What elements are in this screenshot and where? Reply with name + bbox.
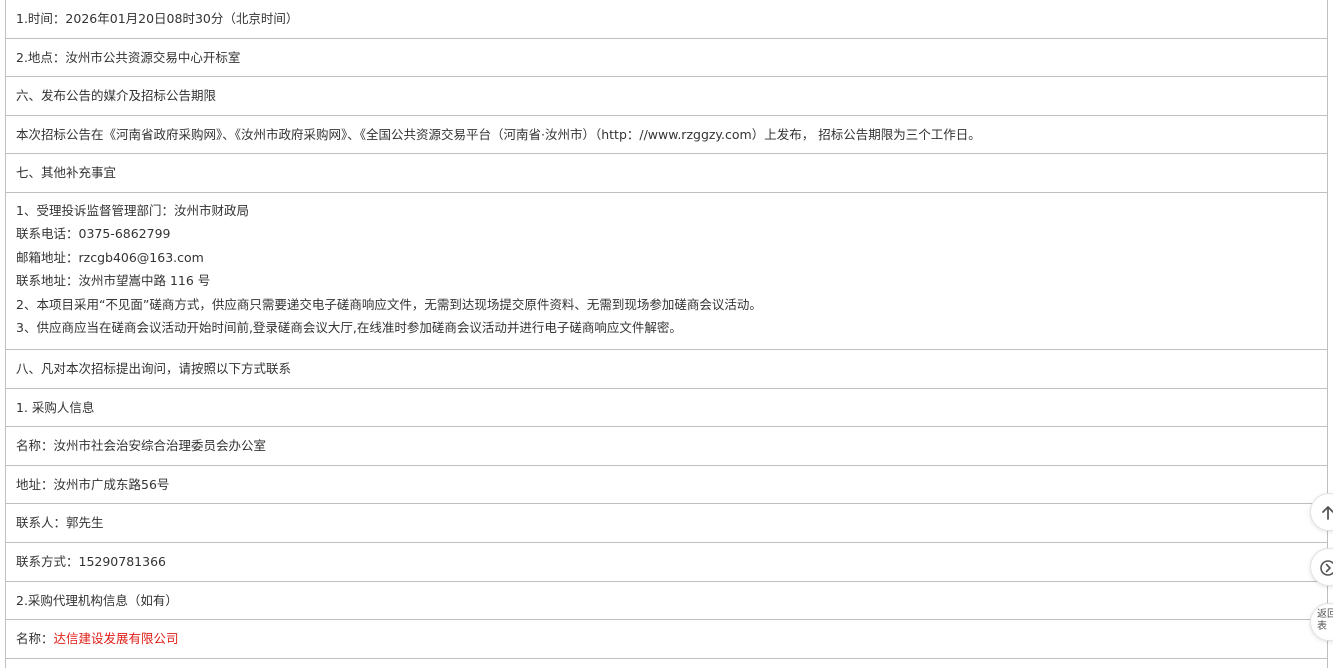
- purchaser-contact-person: 联系人：郭先生: [5, 503, 1328, 543]
- arrow-up-icon: [1322, 506, 1333, 520]
- row-location: 2.地点：汝州市公共资源交易中心开标室: [5, 37, 1328, 78]
- table-row: 地址：汝州市广成东路56号: [5, 464, 1328, 505]
- complaint-department: 1、受理投诉监督管理部门：汝州市财政局: [16, 202, 249, 218]
- chevron-right-circle-icon: [1320, 560, 1333, 576]
- agency-name-label: 名称：: [16, 631, 54, 647]
- decryption-note: 3、供应商应当在磋商会议活动开始时间前,登录磋商会议大厅,在线准时参加磋商会议活…: [16, 320, 682, 336]
- remote-bidding-note: 2、本项目采用“不见面”磋商方式，供应商只需要递交电子磋商响应文件，无需到达现场…: [16, 296, 762, 312]
- purchaser-address: 地址：汝州市广成东路56号: [5, 464, 1328, 505]
- table-row: 七、其他补充事宜: [5, 153, 1328, 193]
- table-row: 2.采购代理机构信息（如有）: [5, 580, 1328, 621]
- return-to-list-label: 返回列表: [1317, 609, 1333, 632]
- row-media-statement: 本次招标公告在《河南省政府采购网》、《汝州市政府采购网》、《全国公共资源交易平台…: [5, 114, 1328, 155]
- row-supplementary-info: 1、受理投诉监督管理部门：汝州市财政局 联系电话：0375-6862799 邮箱…: [5, 191, 1328, 350]
- table-row: 1、受理投诉监督管理部门：汝州市财政局 联系电话：0375-6862799 邮箱…: [5, 191, 1328, 350]
- agency-name-value: 达信建设发展有限公司: [53, 631, 179, 647]
- table-row: 2.地点：汝州市公共资源交易中心开标室: [5, 37, 1328, 78]
- agency-name: 名称：达信建设发展有限公司: [5, 619, 1328, 659]
- table-row: 联系方式：15290781366: [5, 541, 1328, 582]
- table-row: 八、凡对本次招标提出询问，请按照以下方式联系: [5, 348, 1328, 389]
- table-row-partial: [5, 657, 1328, 668]
- row-time: 1.时间：2026年01月20日08时30分（北京时间）: [5, 0, 1328, 39]
- table-row: 1. 采购人信息: [5, 387, 1328, 428]
- table-row: 名称：达信建设发展有限公司: [5, 619, 1328, 659]
- contact-phone: 联系电话：0375-6862799: [16, 226, 171, 242]
- agency-info-heading: 2.采购代理机构信息（如有）: [5, 580, 1328, 621]
- contact-address: 联系地址：汝州市望嵩中路 116 号: [16, 273, 211, 289]
- section-heading-other: 七、其他补充事宜: [5, 153, 1328, 193]
- table-row: 六、发布公告的媒介及招标公告期限: [5, 76, 1328, 116]
- section-heading-contact: 八、凡对本次招标提出询问，请按照以下方式联系: [5, 348, 1328, 389]
- table-row: 联系人：郭先生: [5, 503, 1328, 543]
- table-row: 本次招标公告在《河南省政府采购网》、《汝州市政府采购网》、《全国公共资源交易平台…: [5, 114, 1328, 155]
- section-heading-media: 六、发布公告的媒介及招标公告期限: [5, 76, 1328, 116]
- purchaser-info-heading: 1. 采购人信息: [5, 387, 1328, 428]
- purchaser-name: 名称：汝州市社会治安综合治理委员会办公室: [5, 426, 1328, 466]
- purchaser-phone: 联系方式：15290781366: [5, 541, 1328, 582]
- contact-email: 邮箱地址：rzcgb406@163.com: [16, 249, 204, 265]
- table-row: [5, 657, 1328, 668]
- table-row: 名称：汝州市社会治安综合治理委员会办公室: [5, 426, 1328, 466]
- table-row: 1.时间：2026年01月20日08时30分（北京时间）: [5, 0, 1328, 39]
- announcement-table: 1.时间：2026年01月20日08时30分（北京时间） 2.地点：汝州市公共资…: [5, 0, 1328, 668]
